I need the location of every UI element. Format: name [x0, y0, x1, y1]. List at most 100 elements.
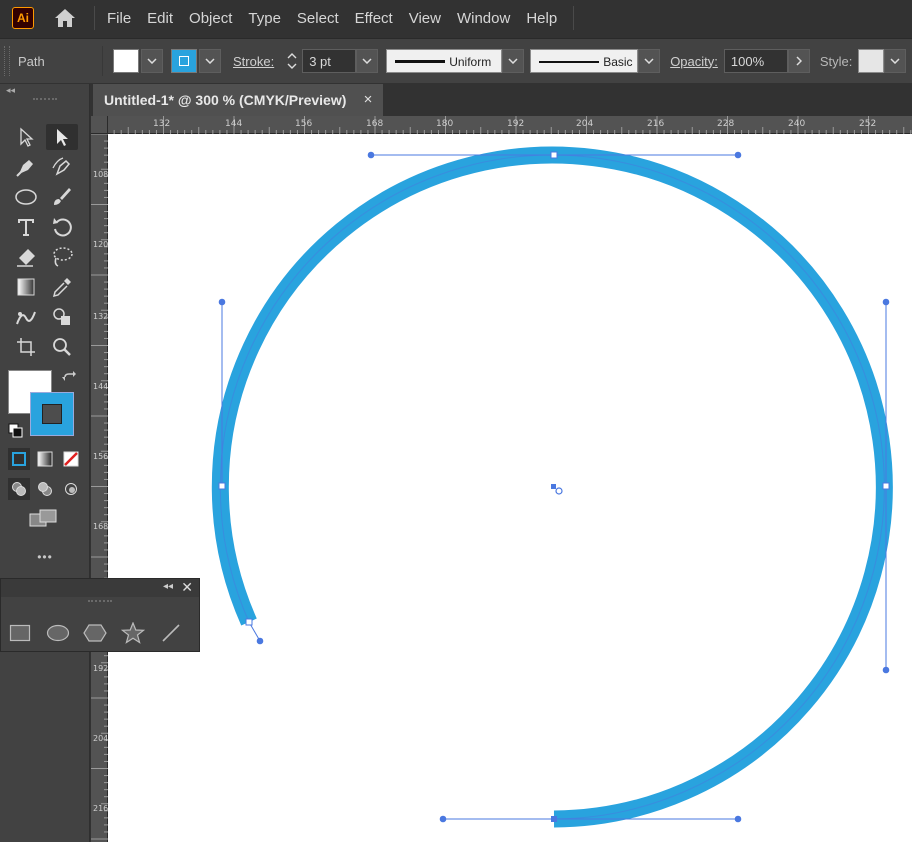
paintbrush-tool-icon[interactable] [46, 184, 78, 210]
stroke-label[interactable]: Stroke: [233, 54, 274, 69]
menu-help[interactable]: Help [518, 0, 565, 36]
stroke-color-swatch[interactable] [171, 49, 197, 73]
ruler-tick-label: 216 [647, 119, 665, 129]
selection-type-label: Path [18, 53, 45, 69]
control-bar-grip[interactable] [4, 46, 10, 76]
document-tab[interactable]: Untitled-1* @ 300 % (CMYK/Preview) × [93, 84, 383, 116]
chevron-down-icon [205, 58, 215, 64]
ruler-tick-label: 156 [295, 119, 313, 129]
menu-separator [94, 6, 95, 30]
vruler-tick-label: 204 [93, 734, 109, 743]
ruler-tick-label: 192 [507, 119, 525, 129]
opacity-field[interactable]: 100% [723, 49, 788, 73]
ellipse-tool-icon[interactable] [10, 184, 42, 210]
draw-normal-icon[interactable] [8, 478, 30, 500]
vruler-tick-label: 144 [93, 382, 109, 391]
artboard-canvas[interactable] [108, 134, 912, 842]
eraser-tool-icon[interactable] [10, 244, 42, 270]
toolbar-collapse-button[interactable]: ◂◂ [0, 84, 89, 96]
menu-edit[interactable]: Edit [139, 0, 181, 36]
home-icon[interactable] [52, 7, 78, 29]
menu-view[interactable]: View [401, 0, 449, 36]
vruler-tick-label: 168 [93, 522, 109, 531]
lasso-tool-icon[interactable] [46, 244, 78, 270]
menu-window[interactable]: Window [449, 0, 518, 36]
menu-file[interactable]: File [99, 0, 139, 36]
panel-header[interactable]: ◂◂ ✕ [1, 579, 199, 597]
artwork[interactable] [108, 134, 912, 842]
line-icon[interactable] [158, 621, 184, 645]
menu-effect[interactable]: Effect [347, 0, 401, 36]
handle-point [734, 815, 742, 823]
ruler-origin[interactable] [91, 116, 108, 134]
anchor-point [550, 151, 558, 159]
none-mode-button[interactable] [60, 448, 82, 470]
gradient-mode-button[interactable] [34, 448, 56, 470]
swap-fill-stroke-icon[interactable] [62, 371, 78, 392]
toolbar-grip[interactable] [32, 98, 57, 102]
pen-tool-icon[interactable] [10, 154, 42, 180]
chevron-down-icon [147, 58, 157, 64]
ruler-tick-label: 132 [153, 119, 171, 129]
close-icon[interactable]: × [359, 90, 377, 108]
more-tools-button[interactable]: ••• [0, 550, 90, 564]
menu-bar: Ai File Edit Object Type Select Effect V… [0, 0, 912, 36]
opacity-label[interactable]: Opacity: [670, 54, 718, 69]
vruler-tick-label: 156 [93, 452, 109, 461]
color-mode-button[interactable] [8, 448, 30, 470]
puppet-warp-tool-icon[interactable] [10, 304, 42, 330]
panel-close-button[interactable]: ✕ [181, 579, 193, 596]
fill-dropdown-button[interactable] [141, 49, 163, 73]
curvature-tool-icon[interactable] [46, 154, 78, 180]
rotate-tool-icon[interactable] [46, 214, 78, 240]
illustrator-window: Ai File Edit Object Type Select Effect V… [0, 0, 912, 842]
menu-type[interactable]: Type [240, 0, 289, 36]
rectangle-icon[interactable] [7, 621, 33, 645]
eyedropper-tool-icon[interactable] [46, 274, 78, 300]
direct-selection-tool-icon[interactable] [46, 124, 78, 150]
hexagon-icon[interactable] [82, 621, 108, 645]
control-separator [102, 46, 103, 76]
stroke-swatch[interactable] [30, 392, 74, 436]
handle-point [882, 666, 890, 674]
panel-collapse-button[interactable]: ◂◂ [163, 581, 173, 592]
draw-behind-icon[interactable] [34, 478, 56, 500]
menu-object[interactable]: Object [181, 0, 240, 36]
selection-tool-icon[interactable] [10, 124, 42, 150]
gradient-tool-icon[interactable] [10, 274, 42, 300]
ellipse-icon[interactable] [45, 621, 71, 645]
screen-mode-icon[interactable] [28, 508, 60, 535]
handle-point [367, 151, 375, 159]
default-fill-stroke-icon[interactable] [8, 423, 24, 444]
uniform-line-icon [395, 60, 446, 63]
center-point-icon [555, 487, 563, 495]
graphic-style-swatch[interactable] [858, 49, 885, 73]
type-tool-icon[interactable] [10, 214, 42, 240]
fill-color-swatch[interactable] [113, 49, 139, 73]
stroke-stepper[interactable] [282, 49, 302, 73]
variable-width-profile[interactable]: Uniform [386, 49, 503, 73]
artboard-tool-icon[interactable] [10, 334, 42, 360]
style-dropdown[interactable] [884, 49, 907, 73]
shape-builder-tool-icon[interactable] [46, 304, 78, 330]
brush-definition[interactable]: Basic [530, 49, 639, 73]
stroke-weight-dropdown[interactable] [356, 49, 379, 73]
stroke-weight-field[interactable]: 3 pt [302, 49, 357, 73]
stroke-square-icon [179, 56, 189, 66]
panel-grip[interactable] [88, 600, 112, 604]
tools-panel: ◂◂ ••• [0, 84, 90, 842]
stroke-dropdown-button[interactable] [199, 49, 221, 73]
opacity-arrow-button[interactable] [787, 49, 810, 73]
profile-dropdown[interactable] [502, 49, 525, 73]
brush-dropdown[interactable] [638, 49, 661, 73]
draw-inside-icon[interactable] [60, 478, 82, 500]
vruler-tick-label: 192 [93, 664, 109, 673]
ruler-tick-label: 252 [859, 119, 877, 129]
chevron-down-icon [890, 58, 900, 64]
chevron-down-icon [508, 58, 518, 64]
center-point-icon [551, 484, 556, 489]
star-icon[interactable] [120, 621, 146, 645]
zoom-tool-icon[interactable] [46, 334, 78, 360]
handle-point [734, 151, 742, 159]
menu-select[interactable]: Select [289, 0, 347, 36]
